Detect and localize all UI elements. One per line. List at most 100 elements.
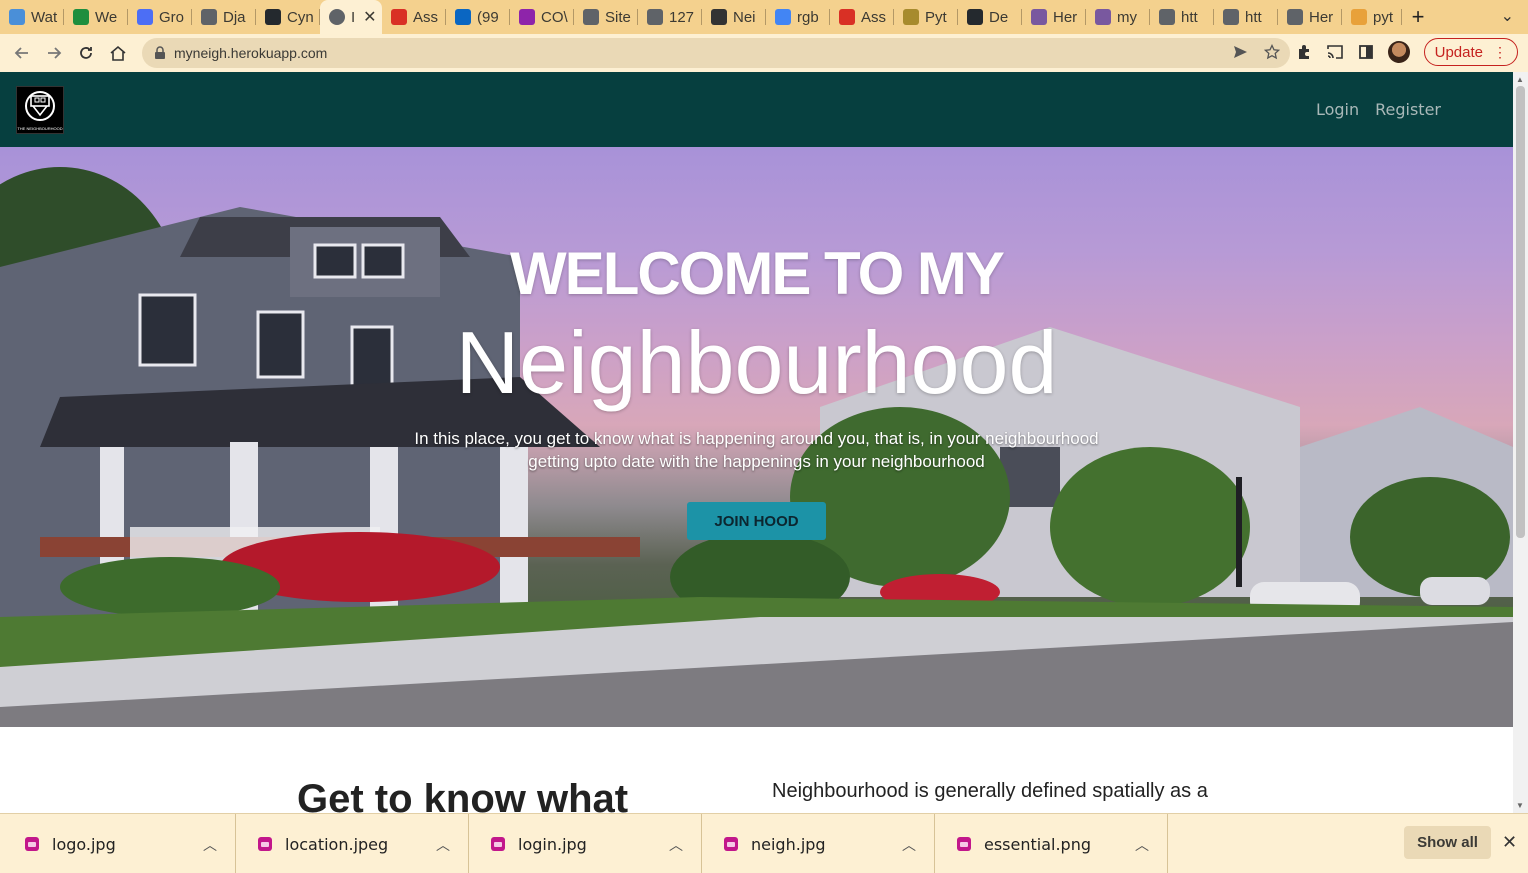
image-file-icon	[25, 837, 39, 851]
browser-tab[interactable]: Site	[574, 0, 638, 34]
arrow-right-icon	[48, 47, 62, 59]
register-link[interactable]: Register	[1375, 100, 1441, 119]
page-scrollbar[interactable]: ▲ ▼	[1513, 72, 1528, 813]
scroll-down-icon[interactable]: ▼	[1516, 801, 1524, 810]
star-icon[interactable]	[1264, 44, 1280, 60]
side-panel-icon[interactable]	[1358, 44, 1374, 60]
browser-tab[interactable]: my	[1086, 0, 1150, 34]
favicon-icon	[519, 9, 535, 25]
more-menu-icon: ⋮	[1493, 43, 1507, 60]
browser-tab[interactable]: I ✕	[320, 0, 382, 34]
download-item[interactable]: logo.jpg ︿	[3, 814, 236, 873]
download-item[interactable]: login.jpg ︿	[469, 814, 702, 873]
browser-tab[interactable]: Gro	[128, 0, 192, 34]
new-tab-button[interactable]: +	[1402, 4, 1434, 30]
chevron-up-icon[interactable]: ︿	[203, 835, 217, 855]
site-navbar: THE NEIGHBOURHOOD Login Register	[0, 72, 1513, 147]
tab-title: 127	[669, 8, 695, 26]
favicon-icon	[265, 9, 281, 25]
browser-tab[interactable]: We	[64, 0, 128, 34]
browser-tab[interactable]: htt	[1150, 0, 1214, 34]
favicon-icon	[391, 9, 407, 25]
chevron-up-icon[interactable]: ︿	[669, 835, 683, 855]
hero-banner: WELCOME TO MY Neighbourhood In this plac…	[0, 147, 1513, 727]
favicon-icon	[647, 9, 663, 25]
tab-title: I	[351, 8, 356, 26]
favicon-icon	[1159, 9, 1175, 25]
download-filename: location.jpeg	[285, 834, 389, 854]
hero-content: WELCOME TO MY Neighbourhood In this plac…	[0, 147, 1513, 727]
tab-close-icon[interactable]: ✕	[363, 7, 376, 27]
image-file-icon	[258, 837, 272, 851]
neighbourhood-logo-icon: THE NEIGHBOURHOOD	[17, 91, 63, 131]
favicon-icon	[839, 9, 855, 25]
browser-tab[interactable]: Wat	[0, 0, 64, 34]
login-link[interactable]: Login	[1316, 100, 1359, 119]
section-text: Neighbourhood is generally defined spati…	[772, 780, 1208, 802]
browser-tab[interactable]: Ass	[830, 0, 894, 34]
browser-tab[interactable]: Her	[1022, 0, 1086, 34]
tab-title: Nei	[733, 8, 756, 26]
favicon-icon	[201, 9, 217, 25]
browser-tab[interactable]: Pyt	[894, 0, 958, 34]
download-shelf: logo.jpg ︿ location.jpeg ︿ login.jpg ︿ n…	[0, 813, 1528, 873]
send-icon[interactable]	[1232, 44, 1248, 60]
show-all-button[interactable]: Show all	[1404, 826, 1491, 859]
address-bar[interactable]: myneigh.herokuapp.com	[142, 38, 1290, 68]
tab-search-chevron-icon[interactable]: ⌄	[1501, 6, 1514, 26]
tab-title: We	[95, 8, 118, 26]
tab-title: htt	[1245, 8, 1262, 26]
favicon-icon	[455, 9, 471, 25]
hero-description: In this place, you get to know what is h…	[380, 427, 1133, 473]
update-button[interactable]: Update ⋮	[1423, 38, 1518, 66]
browser-tab[interactable]: (99	[446, 0, 510, 34]
download-item[interactable]: location.jpeg ︿	[236, 814, 469, 873]
tab-title: Ass	[861, 8, 887, 26]
logo-wordmark: THE NEIGHBOURHOOD	[17, 126, 62, 131]
browser-tab[interactable]: Cyn	[256, 0, 320, 34]
update-label: Update	[1434, 43, 1483, 61]
browser-tab[interactable]: CO\	[510, 0, 574, 34]
download-filename: essential.png	[984, 834, 1092, 854]
tab-title: De	[989, 8, 1009, 26]
chevron-up-icon[interactable]: ︿	[1135, 835, 1149, 855]
reload-icon	[80, 47, 92, 59]
browser-tab[interactable]: htt	[1214, 0, 1278, 34]
browser-tab[interactable]: Her	[1278, 0, 1342, 34]
extensions-icon[interactable]	[1296, 44, 1312, 60]
reload-button[interactable]	[70, 37, 102, 69]
profile-avatar[interactable]	[1387, 41, 1410, 63]
browser-tab[interactable]: Dja	[192, 0, 256, 34]
favicon-icon	[903, 9, 919, 25]
tab-title: my	[1117, 8, 1137, 26]
join-hood-button[interactable]: JOIN HOOD	[687, 502, 826, 540]
scroll-up-icon[interactable]: ▲	[1516, 75, 1524, 84]
chevron-up-icon[interactable]: ︿	[902, 835, 916, 855]
close-icon[interactable]: ✕	[1502, 832, 1517, 853]
url-text[interactable]: myneigh.herokuapp.com	[174, 45, 327, 61]
browser-tab[interactable]: De	[958, 0, 1022, 34]
hero-description-line-1: In this place, you get to know what is h…	[414, 429, 1099, 448]
home-button[interactable]	[102, 37, 134, 69]
browser-tab[interactable]: pyt	[1342, 0, 1402, 34]
back-button[interactable]	[6, 37, 38, 69]
browser-tab[interactable]: 127	[638, 0, 702, 34]
tab-title: Cyn	[287, 8, 314, 26]
browser-tab[interactable]: Ass	[382, 0, 446, 34]
download-item[interactable]: essential.png ︿	[935, 814, 1168, 873]
tab-title: CO\	[541, 8, 568, 26]
cast-icon[interactable]	[1326, 44, 1344, 60]
tab-title: Ass	[413, 8, 439, 26]
favicon-icon	[1031, 9, 1047, 25]
browser-tab[interactable]: rgb	[766, 0, 830, 34]
download-item[interactable]: neigh.jpg ︿	[702, 814, 935, 873]
favicon-icon	[967, 9, 983, 25]
scrollbar-thumb[interactable]	[1516, 86, 1525, 538]
forward-button[interactable]	[38, 37, 70, 69]
tab-title: Site	[605, 8, 631, 26]
chevron-up-icon[interactable]: ︿	[436, 835, 450, 855]
favicon-icon	[1287, 9, 1303, 25]
favicon-icon	[73, 9, 89, 25]
site-logo[interactable]: THE NEIGHBOURHOOD	[16, 86, 64, 134]
browser-tab[interactable]: Nei	[702, 0, 766, 34]
